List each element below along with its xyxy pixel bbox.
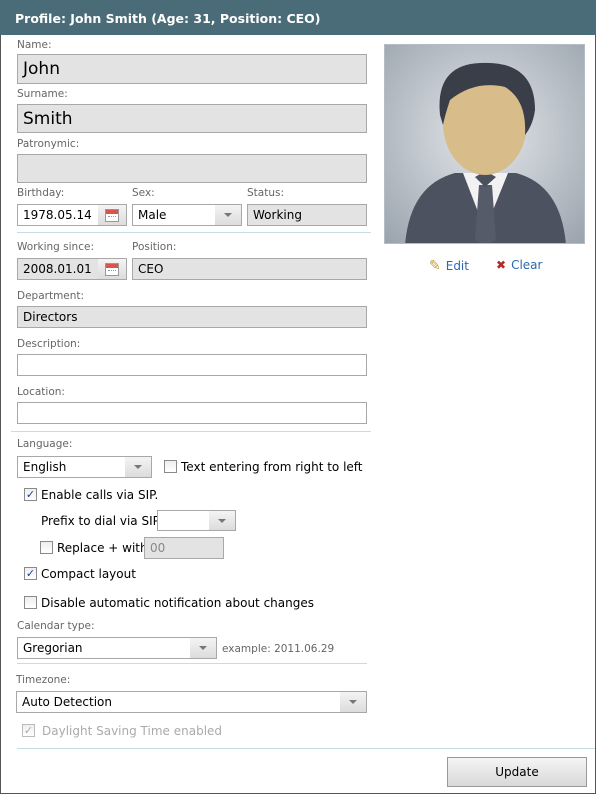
clear-label: Clear [511,258,543,272]
status-label: Status: [247,187,284,199]
chevron-down-icon [218,518,226,523]
calendar-example: example: 2011.06.29 [222,643,335,655]
sex-dropdown-button[interactable] [215,205,241,225]
name-input[interactable]: John [17,54,367,84]
sex-value: Male [138,208,167,222]
birthday-label: Birthday: [17,187,65,199]
separator [17,232,371,233]
calendar-type-dropdown-button[interactable] [190,638,216,658]
dst-checkbox[interactable]: ✓ [22,724,35,737]
department-input[interactable]: Directors [17,306,367,328]
compact-layout-checkbox[interactable]: ✓ [24,567,37,580]
working-since-calendar-button[interactable] [98,259,126,279]
clear-photo-link[interactable]: ✖ Clear [496,258,542,272]
update-button[interactable]: Update [447,757,587,787]
calendar-type-value: Gregorian [23,641,83,655]
clear-icon: ✖ [496,258,507,272]
calendar-icon [105,262,119,276]
compact-layout-label: Compact layout [41,567,136,581]
sip-checkbox[interactable]: ✓ [24,488,37,501]
description-label: Description: [17,338,81,350]
window-title: Profile: John Smith (Age: 31, Position: … [0,0,596,35]
language-value: English [23,460,67,474]
position-input[interactable]: CEO [132,258,367,280]
person-avatar-icon [405,62,566,243]
dst-label: Daylight Saving Time enabled [42,724,223,738]
profile-photo [384,44,585,244]
separator [17,663,367,664]
edit-icon: ✎ [429,258,441,274]
language-label: Language: [17,438,73,450]
sex-select[interactable]: Male [132,204,242,226]
birthday-calendar-button[interactable] [98,205,126,225]
replace-plus-label: Replace + with [57,541,148,555]
location-input[interactable] [17,402,367,424]
chevron-down-icon [134,465,142,469]
timezone-value: Auto Detection [22,695,112,709]
separator [11,431,371,432]
name-label: Name: [17,39,52,51]
chevron-down-icon [199,646,207,650]
surname-label: Surname: [17,88,68,100]
sex-label: Sex: [132,187,155,199]
timezone-select[interactable]: Auto Detection [16,691,367,713]
department-label: Department: [17,290,85,302]
working-since-label: Working since: [17,241,94,253]
calendar-type-select[interactable]: Gregorian [17,637,217,659]
working-since-value: 2008.01.01 [23,262,92,276]
working-since-input[interactable]: 2008.01.01 [17,258,127,280]
birthday-input[interactable]: 1978.05.14 [17,204,127,226]
location-label: Location: [17,386,65,398]
patronymic-input[interactable] [17,154,367,183]
disable-notify-label: Disable automatic notification about cha… [41,596,314,610]
status-field: Working [247,204,367,226]
timezone-dropdown-button[interactable] [340,692,366,712]
calendar-type-label: Calendar type: [17,620,95,632]
disable-notify-checkbox[interactable] [24,596,37,609]
chevron-down-icon [349,700,357,704]
surname-input[interactable]: Smith [17,104,367,133]
sip-prefix-label: Prefix to dial via SIP: [41,514,164,528]
rtl-checkbox[interactable] [164,460,177,473]
sip-prefix-select[interactable] [157,510,236,531]
chevron-down-icon [224,213,232,217]
footer-separator [17,748,595,749]
sip-prefix-dropdown-button[interactable] [209,511,235,530]
patronymic-label: Patronymic: [17,138,80,150]
language-select[interactable]: English [17,456,152,478]
replace-plus-input[interactable]: 00 [144,537,224,559]
language-dropdown-button[interactable] [125,457,151,477]
replace-plus-checkbox[interactable] [40,541,53,554]
birthday-value: 1978.05.14 [23,208,92,222]
edit-label: Edit [445,259,469,273]
position-label: Position: [132,241,177,253]
description-input[interactable] [17,354,367,376]
rtl-label: Text entering from right to left [181,460,363,474]
edit-photo-link[interactable]: ✎ Edit [429,258,469,274]
sip-label: Enable calls via SIP. [41,488,159,502]
timezone-label: Timezone: [16,674,71,686]
calendar-icon [105,208,119,222]
